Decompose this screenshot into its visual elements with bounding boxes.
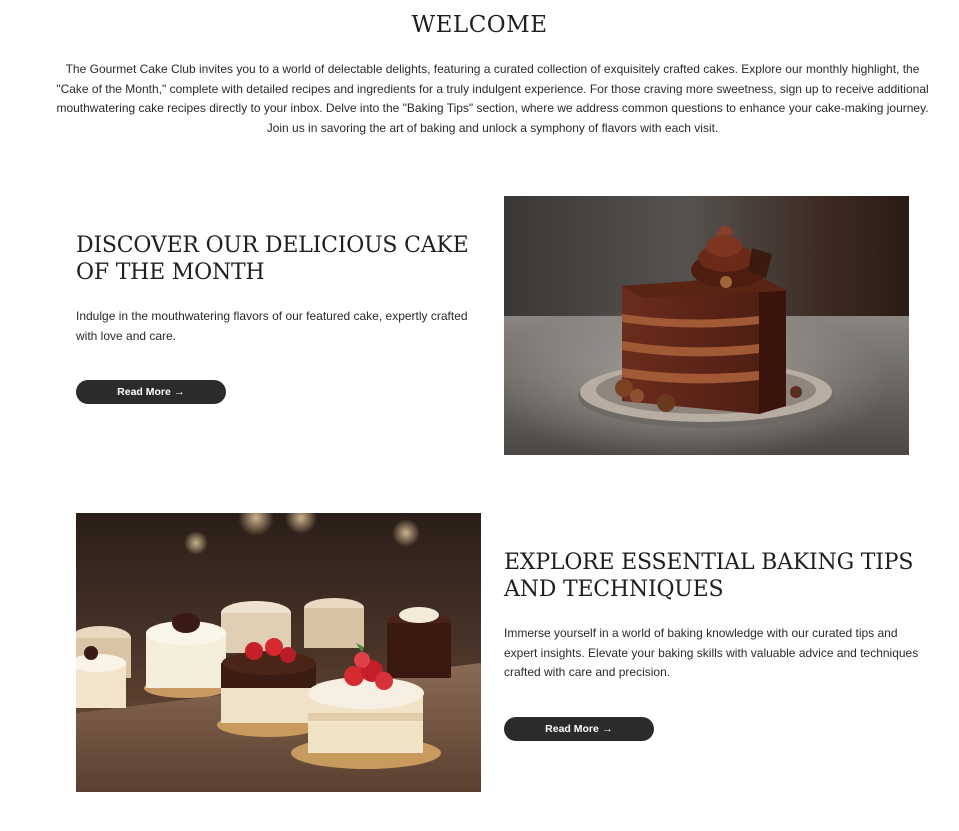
cake-of-the-month-read-more-button[interactable]: Read More → bbox=[76, 380, 226, 404]
read-more-label: Read More bbox=[545, 723, 599, 735]
baking-tips-heading: EXPLORE ESSENTIAL BAKING TIPS AND TECHNI… bbox=[504, 550, 914, 602]
welcome-intro-text: The Gourmet Cake Club invites you to a w… bbox=[56, 62, 929, 135]
arrow-right-icon: → bbox=[601, 722, 613, 735]
cake-of-the-month-text: Indulge in the mouthwatering flavors of … bbox=[76, 309, 468, 343]
read-more-label: Read More bbox=[117, 386, 171, 398]
arrow-right-icon: → bbox=[173, 385, 185, 398]
mini-cakes-image bbox=[76, 513, 481, 792]
welcome-title: WELCOME bbox=[411, 12, 548, 38]
baking-tips-read-more-button[interactable]: Read More → bbox=[504, 717, 654, 741]
chocolate-cake-image bbox=[504, 196, 909, 455]
cake-of-the-month-heading: DISCOVER OUR DELICIOUS CAKE OF THE MONTH bbox=[76, 233, 469, 285]
baking-tips-text: Immerse yourself in a world of baking kn… bbox=[504, 626, 919, 679]
